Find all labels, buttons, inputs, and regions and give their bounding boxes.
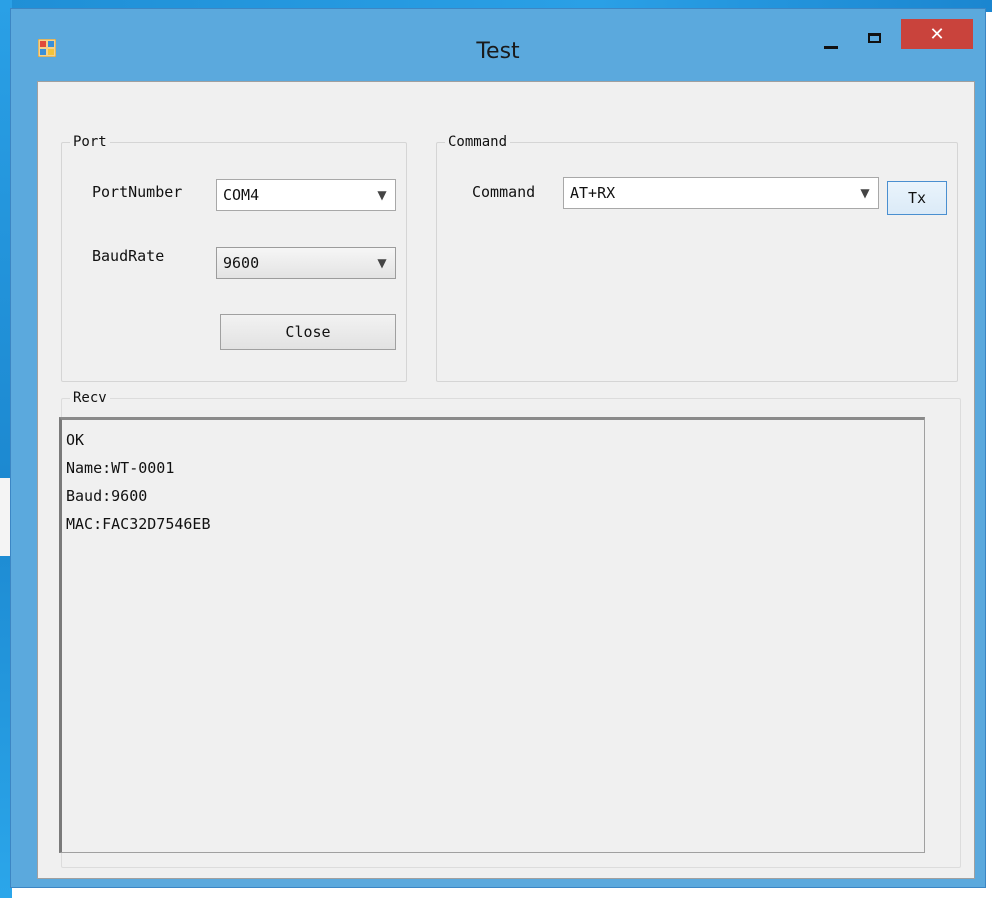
command-label: Command — [472, 183, 536, 201]
chevron-down-icon[interactable]: ▼ — [369, 256, 395, 270]
recv-textbox[interactable]: OK Name:WT-0001 Baud:9600 MAC:FAC32D7546… — [59, 417, 925, 853]
port-number-select[interactable]: COM4 ▼ — [216, 179, 396, 211]
recv-line: MAC:FAC32D7546EB — [66, 515, 211, 533]
recv-line: Baud:9600 — [66, 487, 148, 505]
recv-line: OK — [66, 431, 85, 449]
title-bar[interactable]: Test ✕ — [11, 9, 985, 75]
command-value: AT+RX — [570, 184, 616, 202]
command-groupbox: Command Command AT+RX ▼ Tx — [436, 133, 958, 382]
recv-group-label: Recv — [70, 389, 110, 407]
close-window-button[interactable]: ✕ — [901, 19, 973, 49]
baud-rate-select[interactable]: 9600 ▼ — [216, 247, 396, 279]
chevron-down-icon[interactable]: ▼ — [369, 188, 395, 202]
baud-rate-value: 9600 — [223, 254, 260, 272]
close-icon: ✕ — [929, 23, 945, 45]
port-number-value: COM4 — [223, 186, 260, 204]
command-group-label: Command — [445, 133, 511, 151]
close-port-button[interactable]: Close — [220, 314, 396, 350]
port-number-label: PortNumber — [92, 183, 183, 201]
port-group-label: Port — [70, 133, 110, 151]
baud-rate-label: BaudRate — [92, 247, 165, 265]
command-select[interactable]: AT+RX ▼ — [563, 177, 879, 209]
app-window: Test ✕ Port PortNumber COM4 ▼ BaudRate 9… — [10, 8, 986, 888]
chevron-down-icon[interactable]: ▼ — [852, 186, 878, 200]
maximize-button[interactable] — [859, 25, 899, 57]
client-area: Port PortNumber COM4 ▼ BaudRate 9600 ▼ C… — [37, 81, 975, 879]
tx-button[interactable]: Tx — [887, 181, 947, 215]
minimize-button[interactable] — [819, 25, 849, 57]
recv-line: Name:WT-0001 — [66, 459, 175, 477]
port-groupbox: Port PortNumber COM4 ▼ BaudRate 9600 ▼ C… — [61, 133, 407, 382]
